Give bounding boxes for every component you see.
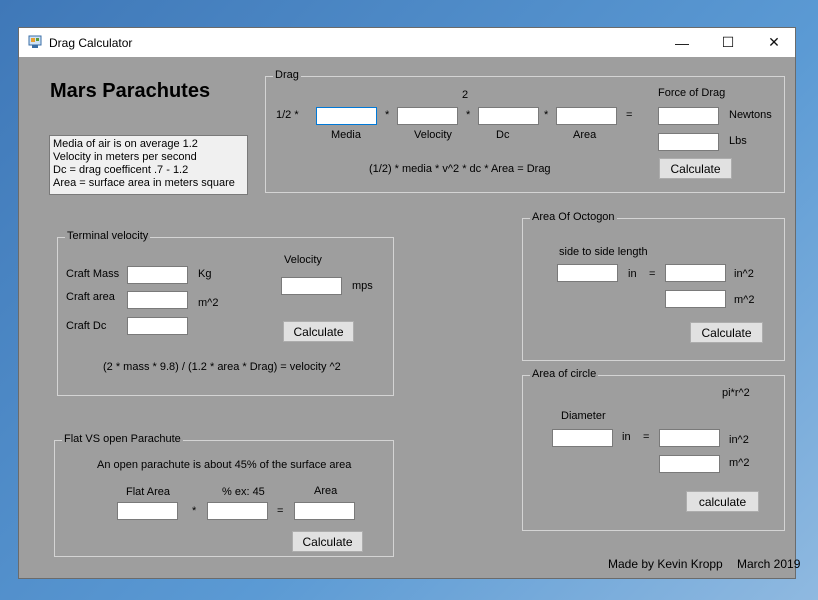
side-length-label: side to side length — [559, 246, 648, 258]
area-input[interactable] — [556, 107, 617, 125]
percent-input[interactable] — [207, 502, 268, 520]
drag-calculate-button[interactable]: Calculate — [659, 158, 732, 179]
flat-area-input[interactable] — [117, 502, 178, 520]
equals-sign: = — [277, 505, 284, 517]
close-icon: ✕ — [768, 34, 780, 50]
terminal-formula: (2 * mass * 9.8) / (1.2 * area * Drag) =… — [103, 361, 341, 373]
percent-label: % ex: 45 — [222, 486, 265, 498]
author-credit: Made by Kevin Kropp — [608, 557, 723, 571]
multiply-sign: * — [544, 109, 549, 121]
dc-label: Dc — [496, 129, 510, 141]
multiply-sign: * — [192, 505, 197, 517]
minimize-button[interactable]: — — [659, 28, 705, 57]
circle-m2-output[interactable] — [659, 455, 720, 473]
craft-dc-label: Craft Dc — [66, 320, 107, 332]
newtons-output[interactable] — [658, 107, 719, 125]
in2-label: in^2 — [734, 268, 754, 280]
octogon-group-label: Area Of Octogon — [530, 211, 617, 223]
craft-mass-input[interactable] — [127, 266, 188, 284]
terminal-velocity-group: Terminal velocity Craft Mass Kg Craft ar… — [57, 230, 394, 396]
exponent-label: 2 — [462, 89, 469, 101]
media-label: Media — [331, 129, 361, 141]
velocity-output[interactable] — [281, 277, 342, 295]
m2-label: m^2 — [729, 457, 750, 469]
circle-calculate-button[interactable]: calculate — [686, 491, 759, 512]
note-line: Dc = drag coefficent .7 - 1.2 — [53, 164, 189, 176]
diameter-label: Diameter — [561, 410, 606, 422]
craft-area-input[interactable] — [127, 291, 188, 309]
octogon-group: Area Of Octogon side to side length in =… — [522, 211, 785, 361]
diameter-input[interactable] — [552, 429, 613, 447]
app-icon — [28, 35, 42, 48]
octogon-calculate-button[interactable]: Calculate — [690, 322, 763, 343]
maximize-icon: ☐ — [721, 34, 735, 50]
equals-sign: = — [626, 109, 633, 121]
circle-group-label: Area of circle — [530, 368, 599, 380]
mps-label: mps — [352, 280, 373, 292]
terminal-calculate-button[interactable]: Calculate — [283, 321, 354, 342]
drag-group-label: Drag — [273, 69, 301, 81]
multiply-sign: * — [385, 109, 390, 121]
velocity-input[interactable] — [397, 107, 458, 125]
area-label: Area — [314, 485, 338, 497]
flat-area-label: Flat Area — [126, 486, 171, 498]
newtons-label: Newtons — [729, 109, 772, 121]
m2-label: m^2 — [198, 297, 219, 309]
title-bar[interactable]: Drag Calculator — ☐ ✕ — [19, 28, 795, 57]
velocity-label: Velocity — [284, 254, 322, 266]
flat-group-label: Flat VS open Parachute — [62, 433, 183, 445]
app-window: Drag Calculator — ☐ ✕ Mars Parachutes Me… — [18, 27, 800, 579]
circle-in2-output[interactable] — [659, 429, 720, 447]
pi-label: pi*r^2 — [722, 387, 750, 399]
lbs-label: Lbs — [729, 135, 747, 147]
half-label: 1/2 * — [276, 109, 299, 121]
m2-label: m^2 — [734, 294, 755, 306]
close-button[interactable]: ✕ — [751, 28, 797, 57]
media-input[interactable] — [316, 107, 377, 125]
side-length-input[interactable] — [557, 264, 618, 282]
drag-group: Drag 1/2 * 2 * * * = Media Velocity Dc A… — [265, 69, 785, 193]
window-title: Drag Calculator — [49, 36, 133, 50]
dc-input[interactable] — [478, 107, 539, 125]
page-title: Mars Parachutes — [50, 80, 211, 102]
date-label: March 2019 — [737, 557, 801, 571]
octogon-m2-output[interactable] — [665, 290, 726, 308]
note-line: Media of air is on average 1.2 — [53, 138, 198, 150]
kg-label: Kg — [198, 268, 212, 280]
velocity-label: Velocity — [414, 129, 452, 141]
octogon-in2-output[interactable] — [665, 264, 726, 282]
in-label: in — [628, 268, 637, 280]
craft-area-label: Craft area — [66, 291, 115, 303]
note-line: Velocity in meters per second — [53, 151, 197, 163]
equals-sign: = — [643, 431, 650, 443]
lbs-output[interactable] — [658, 133, 719, 151]
equals-sign: = — [649, 268, 656, 280]
craft-mass-label: Craft Mass — [66, 268, 120, 280]
maximize-button[interactable]: ☐ — [705, 28, 751, 57]
minimize-icon: — — [675, 34, 689, 51]
in-label: in — [622, 431, 631, 443]
in2-label: in^2 — [729, 434, 749, 446]
open-parachute-description: An open parachute is about 45% of the su… — [97, 459, 352, 471]
force-label: Force of Drag — [658, 87, 726, 99]
multiply-sign: * — [466, 109, 471, 121]
craft-dc-input[interactable] — [127, 317, 188, 335]
terminal-group-label: Terminal velocity — [65, 230, 151, 242]
open-area-output[interactable] — [294, 502, 355, 520]
flat-calculate-button[interactable]: Calculate — [292, 531, 363, 552]
info-notes: Media of air is on average 1.2 Velocity … — [49, 135, 248, 195]
area-label: Area — [573, 129, 597, 141]
drag-formula: (1/2) * media * v^2 * dc * Area = Drag — [369, 163, 551, 175]
note-line: Area = surface area in meters square — [53, 177, 235, 189]
circle-group: Area of circle pi*r^2 Diameter in = in^2… — [522, 368, 785, 531]
flat-open-group: Flat VS open Parachute An open parachute… — [54, 433, 394, 557]
